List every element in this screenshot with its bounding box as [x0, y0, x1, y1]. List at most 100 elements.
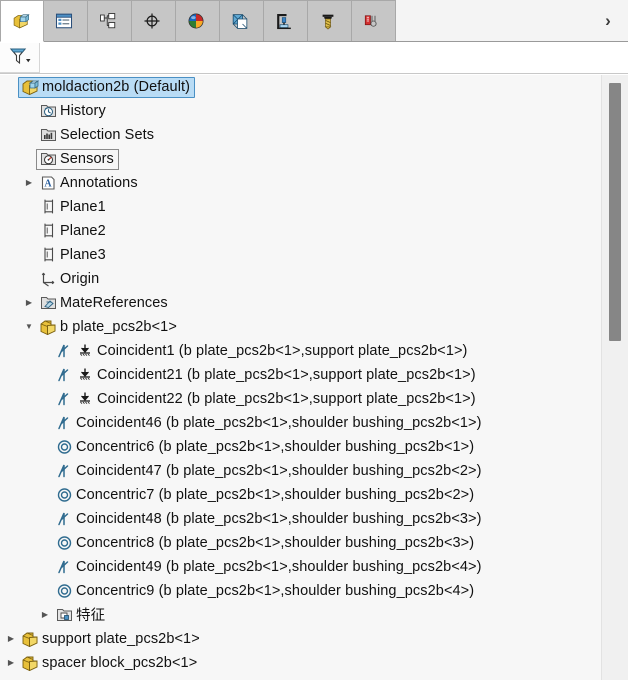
tree-row-icons [55, 438, 76, 456]
tree-row[interactable]: Plane1 [0, 195, 601, 219]
tree-row-content[interactable]: Coincident21 (b plate_pcs2b<1>,support p… [52, 365, 481, 386]
tree-row-content[interactable]: Coincident22 (b plate_pcs2b<1>,support p… [52, 389, 481, 410]
concentric-mate-icon [55, 534, 73, 552]
tree-row[interactable]: Coincident1 (b plate_pcs2b<1>,support pl… [0, 339, 601, 363]
property-list-icon [55, 12, 73, 30]
tree-row-content[interactable]: Coincident47 (b plate_pcs2b<1>,shoulder … [52, 461, 487, 482]
tree-row-content[interactable]: Plane1 [36, 197, 111, 218]
tree-row[interactable]: Selection Sets [0, 123, 601, 147]
tree-row[interactable]: Coincident46 (b plate_pcs2b<1>,shoulder … [0, 411, 601, 435]
tree-row-content[interactable]: Concentric7 (b plate_pcs2b<1>,shoulder b… [52, 485, 479, 506]
tree-row-icons [55, 366, 97, 384]
tree-row[interactable]: Plane2 [0, 219, 601, 243]
tree-row[interactable]: ▼ b plate_pcs2b<1> [0, 315, 601, 339]
tree-row-label: support plate_pcs2b<1> [42, 630, 200, 647]
tree-row-content[interactable]: MateReferences [36, 293, 173, 314]
tree-row[interactable]: Coincident21 (b plate_pcs2b<1>,support p… [0, 363, 601, 387]
tree-row[interactable]: ▶ 特征 [0, 603, 601, 627]
tree-row[interactable]: moldaction2b (Default) [0, 75, 601, 99]
feature-tree[interactable]: moldaction2b (Default) History Selection S… [0, 75, 601, 680]
assembly-part-icon [21, 78, 39, 96]
tree-row-icons [39, 150, 60, 168]
tree-row-label: spacer block_pcs2b<1> [42, 654, 198, 671]
tree-row-content[interactable]: moldaction2b (Default) [18, 76, 196, 98]
coincident-mate-icon [55, 510, 73, 528]
tab-dimxpert-manager[interactable] [132, 0, 176, 41]
tree-row-content[interactable]: Coincident46 (b plate_pcs2b<1>,shoulder … [52, 413, 487, 434]
expand-arrow-right-icon[interactable]: ▶ [22, 171, 36, 195]
manager-tab-strip: › [0, 0, 628, 42]
tree-row[interactable]: Plane3 [0, 243, 601, 267]
tree-row[interactable]: Coincident48 (b plate_pcs2b<1>,shoulder … [0, 507, 601, 531]
tree-row-content[interactable]: 特征 [52, 603, 110, 627]
tree-row[interactable]: ▶ MateReferences [0, 291, 601, 315]
expand-arrow-right-icon[interactable]: ▶ [4, 651, 18, 675]
expand-arrow-right-icon[interactable]: ▶ [38, 603, 52, 627]
expand-arrow-right-icon[interactable]: ▶ [22, 291, 36, 315]
tree-row-content[interactable]: Coincident48 (b plate_pcs2b<1>,shoulder … [52, 509, 487, 530]
tab-configuration-manager[interactable] [88, 0, 132, 41]
tree-row[interactable]: Concentric7 (b plate_pcs2b<1>,shoulder b… [0, 483, 601, 507]
tree-row[interactable]: Concentric6 (b plate_pcs2b<1>,shoulder b… [0, 435, 601, 459]
tree-row-icons [55, 534, 76, 552]
tab-list [0, 0, 396, 42]
tree-row-content[interactable]: Concentric8 (b plate_pcs2b<1>,shoulder b… [52, 533, 479, 554]
plane-icon [39, 198, 57, 216]
tree-row-content[interactable]: Plane3 [36, 245, 111, 266]
tree-row-content[interactable]: support plate_pcs2b<1> [18, 629, 205, 650]
tree-row-label: Concentric7 (b plate_pcs2b<1>,shoulder b… [76, 486, 475, 503]
tree-row-content[interactable]: Selection Sets [36, 125, 159, 146]
tree-row[interactable]: Coincident47 (b plate_pcs2b<1>,shoulder … [0, 459, 601, 483]
concentric-mate-icon [55, 582, 73, 600]
tree-row-label: Plane2 [60, 222, 106, 239]
tree-row-label: Coincident46 (b plate_pcs2b<1>,shoulder … [76, 414, 482, 431]
tree-row[interactable]: Concentric9 (b plate_pcs2b<1>,shoulder b… [0, 579, 601, 603]
tree-row-icons [39, 174, 60, 192]
tab-cam-operation-tree[interactable] [264, 0, 308, 41]
tab-cam-feature-tree[interactable] [220, 0, 264, 41]
vertical-scrollbar[interactable] [601, 75, 628, 680]
filter-funnel-button[interactable] [0, 42, 40, 73]
tree-row[interactable]: Coincident22 (b plate_pcs2b<1>,support p… [0, 387, 601, 411]
tree-row-content[interactable]: Coincident49 (b plate_pcs2b<1>,shoulder … [52, 557, 487, 578]
tree-row[interactable]: ▶ spacer block_pcs2b<1> [0, 651, 601, 675]
tree-row-content[interactable]: spacer block_pcs2b<1> [18, 653, 202, 674]
tree-row[interactable]: Origin [0, 267, 601, 291]
tree-row-content[interactable]: Coincident1 (b plate_pcs2b<1>,support pl… [52, 341, 472, 362]
sensors-folder-icon [39, 150, 57, 168]
tree-row-icons [55, 558, 76, 576]
tab-display-manager[interactable] [176, 0, 220, 41]
fixed-ground-icon [76, 342, 94, 360]
tab-cam-tools-tree[interactable] [308, 0, 352, 41]
concentric-mate-icon [55, 438, 73, 456]
expand-arrow-down-icon[interactable]: ▼ [22, 315, 36, 339]
component-part-icon [21, 654, 39, 672]
tree-row-content[interactable]: Concentric9 (b plate_pcs2b<1>,shoulder b… [52, 581, 479, 602]
tab-cam-setup-tree[interactable] [352, 0, 396, 41]
tree-row[interactable]: Concentric8 (b plate_pcs2b<1>,shoulder b… [0, 531, 601, 555]
tree-row-content[interactable]: b plate_pcs2b<1> [36, 317, 182, 338]
tree-row-content[interactable]: History [36, 101, 111, 122]
expand-panel-chevron-icon[interactable]: › [598, 10, 618, 30]
filter-input[interactable] [40, 41, 628, 74]
concentric-mate-icon [55, 486, 73, 504]
expand-arrow-right-icon[interactable]: ▶ [4, 627, 18, 651]
machine-press-icon [275, 12, 293, 30]
tab-feature-manager-design-tree[interactable] [0, 0, 44, 42]
tree-row[interactable]: ▶ support plate_pcs2b<1> [0, 627, 601, 651]
tree-row-icons [55, 510, 76, 528]
tree-row[interactable]: ▶ Annotations [0, 171, 601, 195]
tree-row[interactable]: Sensors [0, 147, 601, 171]
tree-row[interactable]: Coincident49 (b plate_pcs2b<1>,shoulder … [0, 555, 601, 579]
tree-row-content[interactable]: Origin [36, 269, 104, 290]
tree-row[interactable]: History [0, 99, 601, 123]
tree-row-content[interactable]: Sensors [36, 148, 119, 170]
tree-row-content[interactable]: Concentric6 (b plate_pcs2b<1>,shoulder b… [52, 437, 479, 458]
annotations-icon [39, 174, 57, 192]
tree-row-content[interactable]: Plane2 [36, 221, 111, 242]
tree-row-label: Concentric9 (b plate_pcs2b<1>,shoulder b… [76, 582, 475, 599]
tree-row-content[interactable]: Annotations [36, 173, 143, 194]
fixed-ground-icon [76, 390, 94, 408]
tab-property-manager[interactable] [44, 0, 88, 41]
scrollbar-thumb[interactable] [609, 83, 621, 341]
